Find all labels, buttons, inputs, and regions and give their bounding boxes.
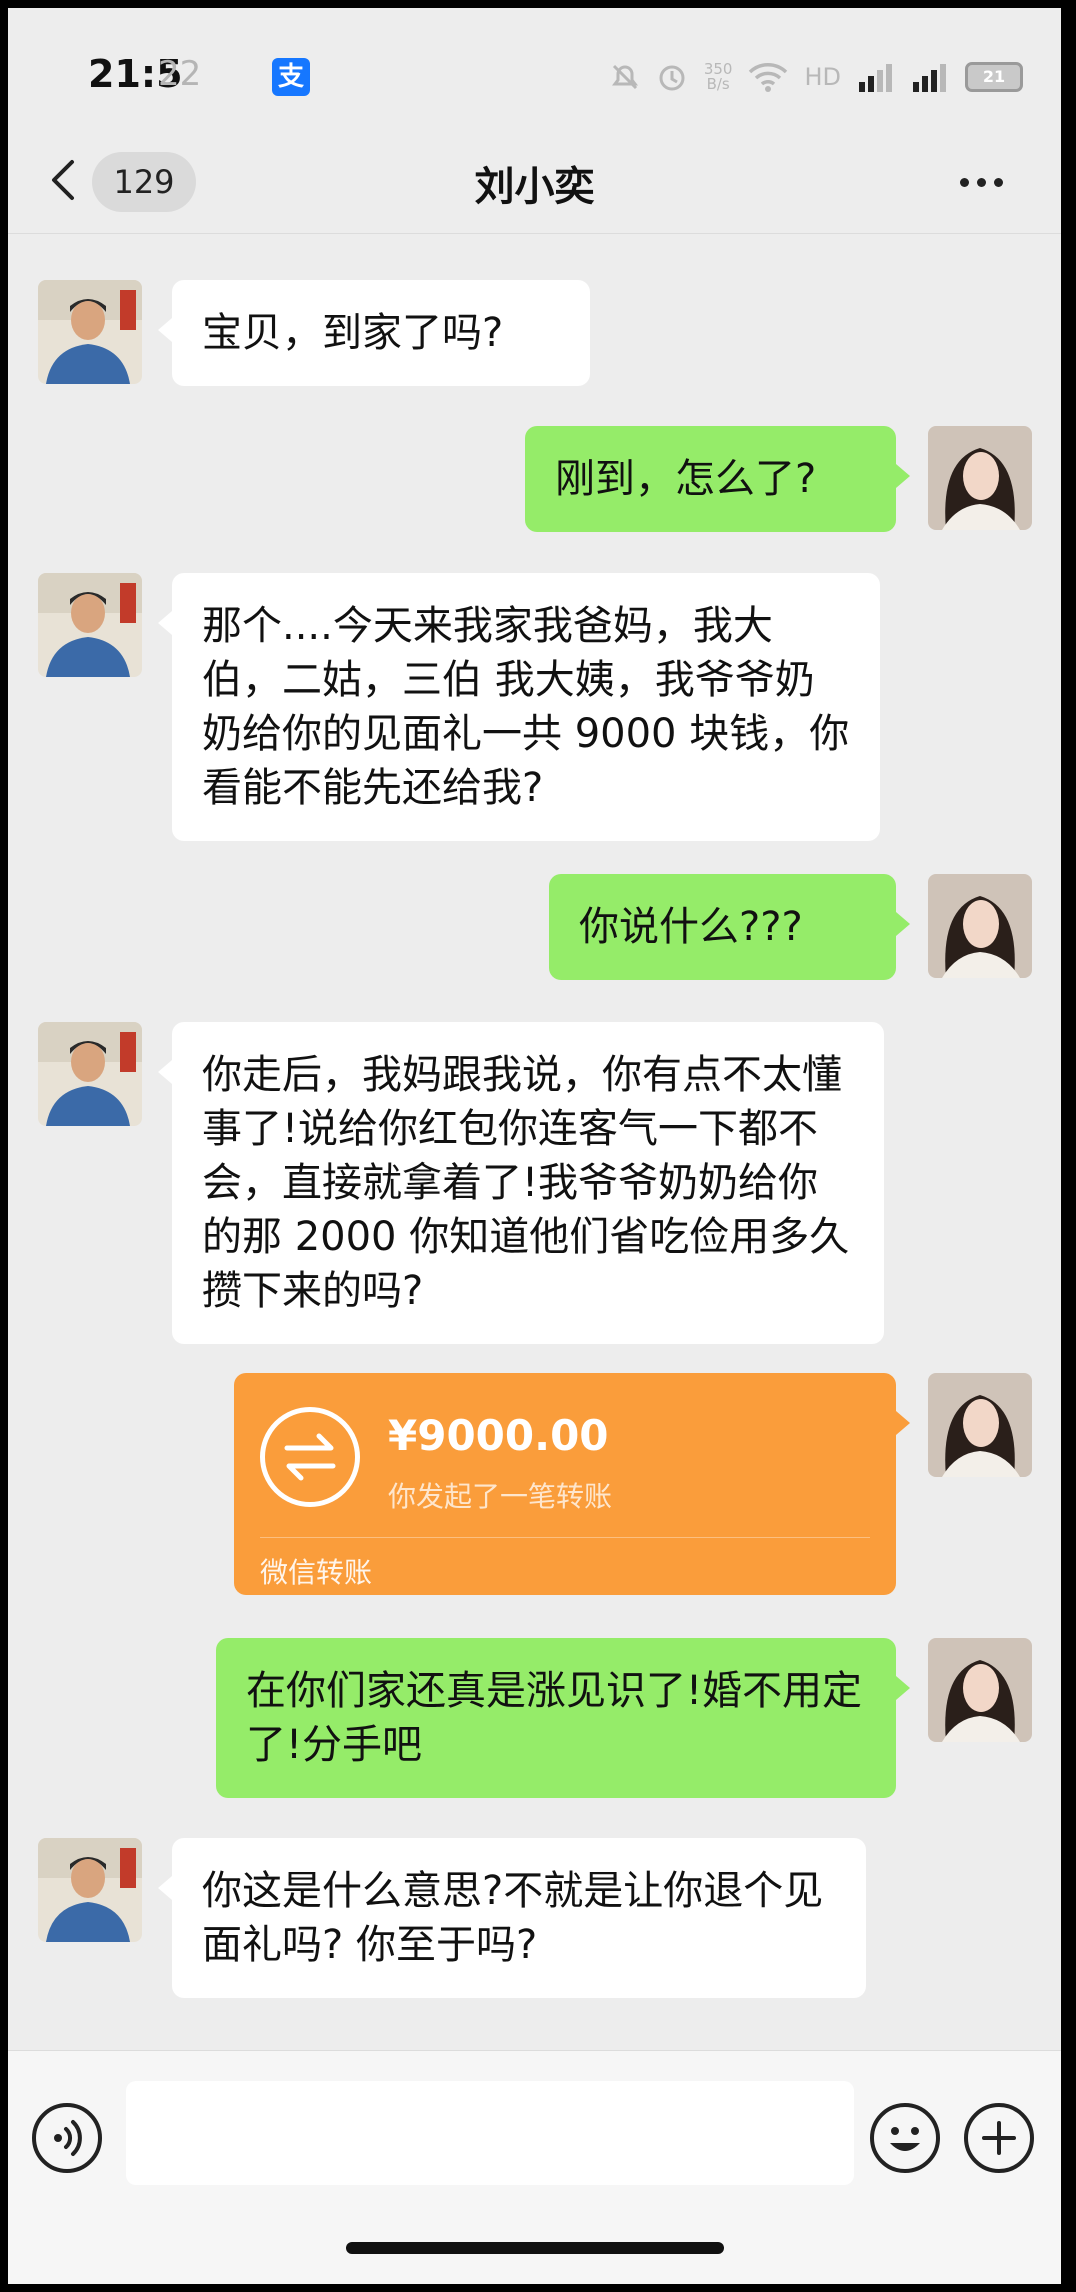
contact-avatar[interactable] — [38, 1838, 142, 1942]
more-options-button[interactable] — [951, 162, 1011, 202]
message-text: 宝贝，到家了吗? — [202, 310, 504, 356]
message-bubble-sent[interactable]: 在你们家还真是涨见识了!婚不用定了!分手吧 — [216, 1638, 910, 1798]
signal-icon-1 — [859, 64, 892, 92]
transfer-label: 微信转账 — [260, 1556, 373, 1589]
message-bubble-received[interactable]: 那个....今天来我家我爸妈，我大伯，二姑，三伯 我大姨，我爷爷奶奶给你的见面礼… — [158, 573, 880, 841]
transfer-amount: ¥9000.00 — [388, 1411, 609, 1460]
message-text: 你这是什么意思?不就是让你退个见面礼吗? 你至于吗? — [202, 1868, 824, 1968]
status-bar: 21:5 22 支 350 B/s HD 21 — [8, 8, 1061, 126]
transfer-divider — [260, 1537, 870, 1538]
transfer-arrows-icon — [260, 1407, 360, 1507]
wifi-icon — [749, 63, 788, 92]
message-bubble-received[interactable]: 你走后，我妈跟我说，你有点不太懂事了!说给你红包你连客气一下都不会，直接就拿着了… — [158, 1022, 884, 1344]
network-speed: 350 B/s — [704, 62, 733, 92]
emoji-icon[interactable] — [870, 2103, 940, 2173]
my-avatar[interactable] — [928, 1638, 1032, 1742]
my-avatar[interactable] — [928, 426, 1032, 530]
message-text: 刚到，怎么了? — [555, 456, 817, 502]
my-avatar[interactable] — [928, 1373, 1032, 1477]
voice-icon[interactable] — [32, 2103, 102, 2173]
message-bubble-received[interactable]: 宝贝，到家了吗? — [158, 280, 590, 386]
contact-avatar[interactable] — [38, 1022, 142, 1126]
alarm-icon — [659, 65, 685, 91]
contact-name: 刘小奕 — [474, 164, 595, 210]
plus-icon[interactable] — [964, 2103, 1034, 2173]
speed-unit: B/s — [706, 75, 730, 93]
message-text: 你走后，我妈跟我说，你有点不太懂事了!说给你红包你连客气一下都不会，直接就拿着了… — [202, 1052, 850, 1314]
status-time-overlay: 22 — [158, 54, 202, 94]
hd-indicator: HD — [804, 63, 841, 91]
more-dots-icon — [959, 177, 969, 187]
alipay-notification-icon: 支 — [272, 58, 310, 96]
my-avatar[interactable] — [928, 874, 1032, 978]
transfer-card[interactable]: ¥9000.00 你发起了一笔转账 微信转账 — [234, 1373, 910, 1595]
message-input[interactable] — [126, 2081, 854, 2185]
battery-indicator: 21 — [965, 62, 1023, 92]
contact-avatar[interactable] — [38, 573, 142, 677]
message-bubble-sent[interactable]: 你说什么??? — [549, 874, 910, 980]
message-text: 那个....今天来我家我爸妈，我大伯，二姑，三伯 我大姨，我爷爷奶奶给你的见面礼… — [202, 603, 850, 811]
transfer-description: 你发起了一笔转账 — [388, 1480, 613, 1513]
chat-header: 129 刘小奕 — [8, 126, 1061, 234]
chat-screen: 21:5 22 支 350 B/s HD 21 129 刘小奕 宝贝，到家了吗?… — [8, 8, 1061, 2284]
message-bubble-received[interactable]: 你这是什么意思?不就是让你退个见面礼吗? 你至于吗? — [158, 1838, 866, 1998]
message-text: 你说什么??? — [579, 904, 803, 950]
home-indicator[interactable] — [346, 2242, 724, 2254]
contact-avatar[interactable] — [38, 280, 142, 384]
message-text: 在你们家还真是涨见识了!婚不用定了!分手吧 — [246, 1668, 863, 1768]
message-bubble-sent[interactable]: 刚到，怎么了? — [525, 426, 910, 532]
mute-icon — [611, 64, 638, 90]
status-icons: 350 B/s HD 21 — [610, 56, 1023, 98]
signal-icon-2 — [913, 64, 946, 92]
